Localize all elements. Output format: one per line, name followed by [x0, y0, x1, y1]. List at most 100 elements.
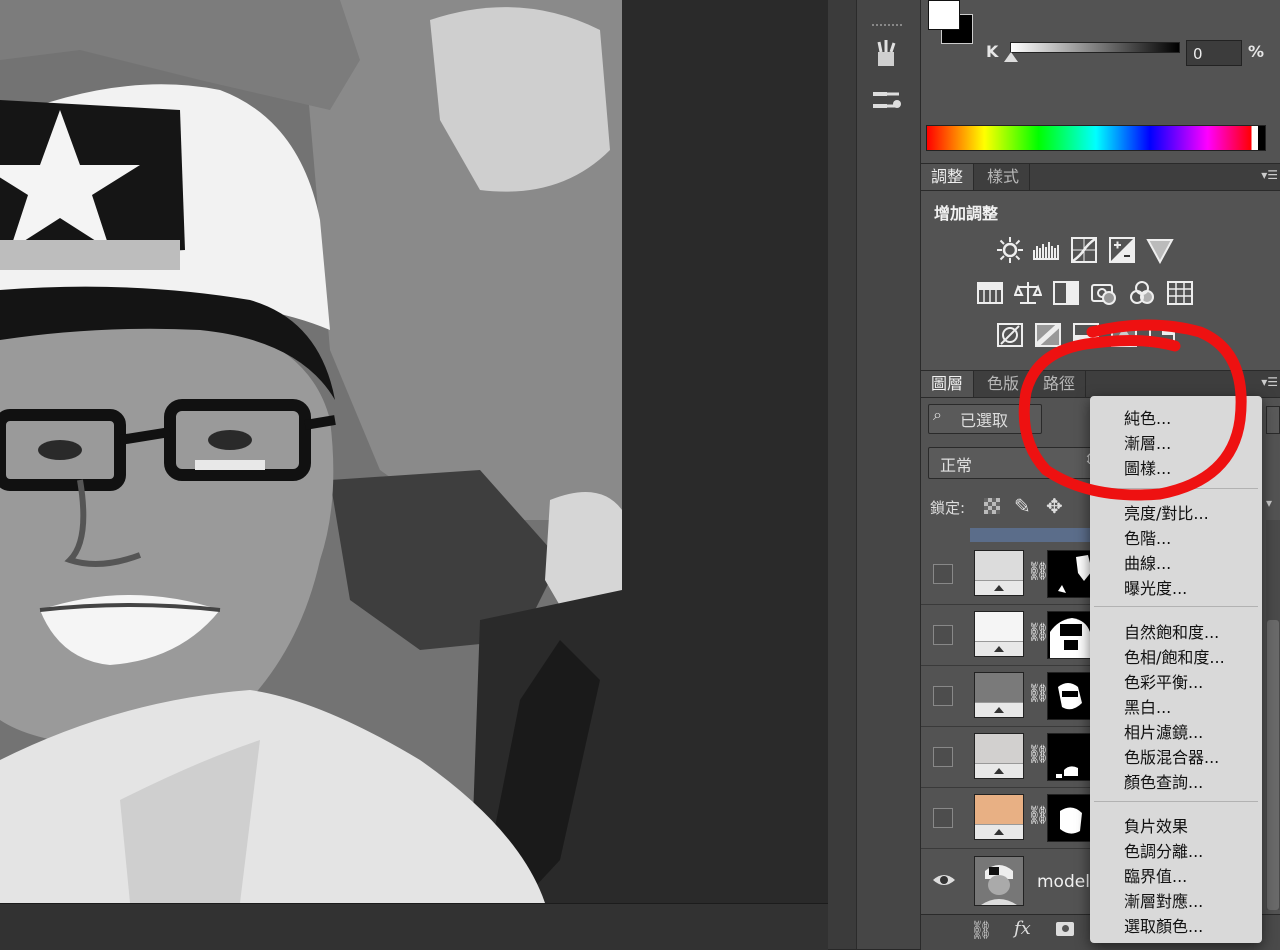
visibility-toggle[interactable]: [933, 625, 953, 645]
photo-canvas[interactable]: [0, 0, 622, 903]
menu-item-solid-color[interactable]: 純色...: [1124, 405, 1171, 429]
brushes-icon: [877, 40, 896, 66]
panel-dock-strip: [828, 0, 921, 949]
vibrance-triangle-icon[interactable]: [1146, 236, 1174, 265]
tab-paths[interactable]: 路徑: [1033, 371, 1087, 397]
posterize-icon[interactable]: [1034, 321, 1062, 349]
layers-tabbar: 圖層 色版 路徑 ▾☰: [921, 370, 1280, 398]
levels-icon[interactable]: [1032, 236, 1060, 264]
gradient-map-icon[interactable]: [1110, 321, 1138, 349]
tab-layers[interactable]: 圖層: [921, 371, 975, 397]
fill-dropdown-chevron-icon[interactable]: ▾: [1266, 496, 1272, 510]
menu-separator: [1094, 488, 1258, 489]
layer-mask-thumbnail[interactable]: [1047, 611, 1095, 659]
curves-icon[interactable]: [1070, 236, 1098, 264]
status-bar: [0, 903, 828, 950]
visibility-toggle[interactable]: [933, 564, 953, 584]
layer-fill-thumbnail: [974, 733, 1024, 779]
tab-adjustments[interactable]: 調整: [921, 164, 975, 190]
menu-item-pattern[interactable]: 圖樣...: [1124, 455, 1171, 479]
hue-saturation-icon[interactable]: [976, 279, 1004, 307]
clone-source-icon: [873, 92, 901, 108]
k-slider-thumb[interactable]: [1004, 52, 1018, 62]
menu-item-black-white[interactable]: 黑白...: [1124, 694, 1171, 718]
menu-separator: [1094, 801, 1258, 802]
adjustments-tabbar: 調整 樣式 ▾☰: [921, 163, 1280, 191]
threshold-icon[interactable]: [1072, 321, 1100, 349]
layers-panel-menu-icon[interactable]: ▾☰: [1261, 375, 1278, 389]
menu-item-selective-color[interactable]: 選取顏色...: [1124, 913, 1203, 937]
layer-fill-thumbnail: [974, 611, 1024, 657]
clone-source-button[interactable]: [861, 82, 911, 118]
lock-position-move-icon[interactable]: ✥: [1046, 494, 1063, 518]
base-layer-thumbnail: [974, 856, 1024, 906]
selective-color-icon[interactable]: [1148, 321, 1176, 349]
layer-row[interactable]: ⛓: [921, 605, 1095, 666]
menu-item-hue-saturation[interactable]: 色相/飽和度...: [1124, 644, 1225, 668]
lock-label: 鎖定:: [930, 499, 966, 517]
tab-styles[interactable]: 樣式: [977, 164, 1031, 190]
menu-item-brightness-contrast[interactable]: 亮度/對比...: [1124, 500, 1209, 524]
invert-icon[interactable]: [996, 321, 1024, 349]
layer-mask-thumbnail[interactable]: [1047, 672, 1095, 720]
menu-item-threshold[interactable]: 臨界值...: [1124, 863, 1187, 887]
filter-toggle[interactable]: [1266, 406, 1280, 434]
menu-item-curves[interactable]: 曲線...: [1124, 550, 1171, 574]
visibility-toggle[interactable]: [933, 747, 953, 767]
canvas-pasteboard: [622, 0, 828, 903]
mask-hole: [1062, 925, 1069, 932]
filter-search-icon: ⌕: [933, 405, 942, 424]
menu-separator: [1094, 606, 1258, 607]
layer-fill-thumbnail: [974, 550, 1024, 596]
lock-pixels-brush-icon[interactable]: ✎: [1014, 494, 1031, 518]
color-balance-icon[interactable]: [1013, 279, 1043, 307]
layer-style-fx-icon[interactable]: fx: [1014, 918, 1031, 939]
k-channel-label: K: [986, 42, 999, 61]
blend-mode-value: 正常: [940, 456, 973, 475]
black-white-icon[interactable]: [1052, 279, 1080, 307]
menu-item-channel-mixer[interactable]: 色版混合器...: [1124, 744, 1219, 768]
layer-mask-thumbnail[interactable]: [1047, 733, 1095, 781]
tab-channels[interactable]: 色版: [977, 371, 1031, 397]
filter-kind-label: 已選取: [960, 411, 1009, 430]
menu-item-photo-filter[interactable]: 相片濾鏡...: [1124, 719, 1203, 743]
panel-menu-icon[interactable]: ▾☰: [1261, 168, 1278, 182]
visibility-toggle[interactable]: [933, 808, 953, 828]
add-adjustment-title: 增加調整: [934, 204, 999, 223]
eye-icon[interactable]: [932, 868, 956, 896]
menu-item-exposure[interactable]: 曝光度...: [1124, 575, 1187, 599]
menu-item-color-lookup[interactable]: 顏色查詢...: [1124, 769, 1203, 793]
channel-mixer-icon[interactable]: [1128, 279, 1156, 307]
menu-item-levels[interactable]: 色階...: [1124, 525, 1171, 549]
layer-fill-thumbnail: [974, 672, 1024, 718]
k-channel-slider[interactable]: [1010, 42, 1180, 53]
brightness-contrast-icon[interactable]: [996, 236, 1024, 264]
link-layers-icon[interactable]: ⛓: [970, 920, 993, 941]
base-layer-name[interactable]: model: [1037, 872, 1090, 892]
menu-item-gradient[interactable]: 漸層...: [1124, 430, 1171, 454]
menu-item-vibrance[interactable]: 自然飽和度...: [1124, 619, 1219, 643]
selected-layer-row[interactable]: [970, 528, 1090, 542]
layer-row[interactable]: ⛓: [921, 727, 1095, 788]
visibility-toggle[interactable]: [933, 686, 953, 706]
foreground-color-swatch[interactable]: [928, 0, 960, 30]
grayscale-portrait-image: [0, 0, 622, 903]
photo-filter-icon[interactable]: [1090, 279, 1118, 307]
exposure-icon[interactable]: [1108, 236, 1136, 264]
menu-item-invert[interactable]: 負片效果: [1124, 813, 1188, 837]
layer-row[interactable]: ⛓: [921, 788, 1095, 849]
dock-grip[interactable]: [872, 24, 902, 32]
color-lookup-icon[interactable]: [1166, 279, 1194, 307]
layer-mask-thumbnail[interactable]: [1047, 794, 1095, 842]
menu-item-color-balance[interactable]: 色彩平衡...: [1124, 669, 1203, 693]
layer-mask-thumbnail[interactable]: [1047, 550, 1095, 598]
menu-item-gradient-map[interactable]: 漸層對應...: [1124, 888, 1203, 912]
menu-item-posterize[interactable]: 色調分離...: [1124, 838, 1203, 862]
layer-row[interactable]: ⛓: [921, 666, 1095, 727]
layer-row[interactable]: ⛓: [921, 544, 1095, 605]
lock-transparent-icon[interactable]: [984, 498, 1000, 514]
color-spectrum-bar[interactable]: [926, 125, 1266, 151]
layers-scroll-thumb[interactable]: [1267, 620, 1279, 910]
brush-tool-button[interactable]: [861, 38, 911, 74]
k-value-field[interactable]: 0: [1186, 40, 1242, 66]
